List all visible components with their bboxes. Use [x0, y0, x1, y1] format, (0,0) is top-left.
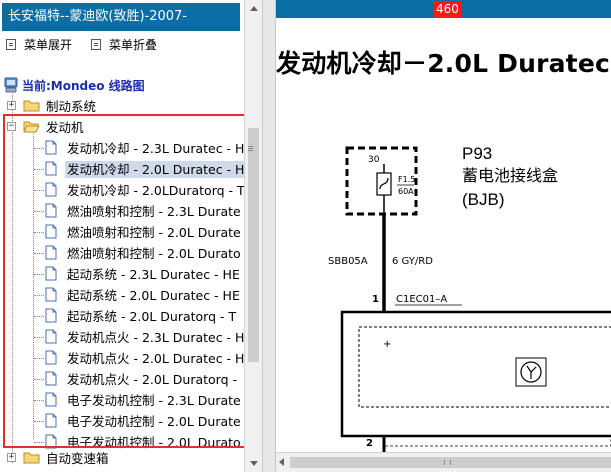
tree-group-brakes[interactable]: + 制动系统	[0, 96, 244, 116]
document-icon	[45, 392, 57, 407]
tree-item[interactable]: 电子发动机控制 - 2.3L Durate	[0, 390, 244, 410]
scroll-up-icon[interactable]	[250, 6, 258, 11]
document-icon	[45, 350, 57, 365]
diagram-horizontal-scrollbar[interactable]	[276, 452, 611, 472]
tree-item-label: 起动系统 - 2.3L Duratec - HE	[67, 267, 240, 282]
fuse-pin: 30	[368, 155, 380, 165]
computer-icon	[4, 77, 18, 93]
bjb-abbr: (BJB)	[462, 190, 505, 209]
window-title: 长安福特--蒙迪欧(致胜)-2007-	[2, 3, 240, 31]
document-icon	[45, 245, 57, 260]
bjb-code: P93	[462, 144, 492, 163]
document-icon	[45, 413, 57, 428]
expand-menu-button[interactable]: 菜单展开	[6, 35, 72, 53]
tree-group-label: 自动变速箱	[46, 451, 109, 466]
tree-item[interactable]: 燃油喷射和控制 - 2.3L Durate	[0, 201, 244, 221]
menu-collapse-icon	[91, 38, 101, 50]
collapse-menu-button[interactable]: 菜单折叠	[91, 35, 157, 53]
wiring-diagram: 30 F1.5 60A P93 蓄电池接线盒 (BJB) SBB05A 6 GY…	[328, 144, 611, 452]
tree-item[interactable]: 起动系统 - 2.0L Duratec - HE	[0, 285, 244, 305]
collapse-minus-icon[interactable]: −	[7, 122, 16, 131]
inner-module-box	[358, 326, 611, 408]
tree-item[interactable]: 发动机点火 - 2.0L Duratec - H	[0, 348, 244, 368]
tree-item[interactable]: 燃油喷射和控制 - 2.0L Durato	[0, 243, 244, 263]
folder-icon	[23, 452, 40, 464]
page-number: 460	[434, 1, 461, 18]
tree-item-label: 起动系统 - 2.0L Duratec - HE	[67, 288, 240, 303]
tree-item-label: 电子发动机控制 - 2.0L Durate	[67, 414, 241, 429]
fuse-label: F1.5	[398, 175, 415, 184]
connector-pin-top: 1	[372, 294, 379, 305]
tree-item-label: 发动机冷却 - 2.0LDuratorq - T	[67, 183, 244, 198]
tree-item-label: 发动机冷却 - 2.3L Duratec - H	[67, 141, 244, 156]
tree-item[interactable]: 发动机冷却 - 2.0LDuratorq - T	[0, 180, 244, 200]
tree-item-label: 发动机点火 - 2.0L Duratorq -	[67, 372, 238, 387]
current-location: 当前:Mondeo 线路图	[4, 76, 145, 94]
tree-item-label: 起动系统 - 2.0L Duratorq - T	[67, 309, 237, 324]
current-label: 当前:Mondeo 线路图	[22, 78, 145, 93]
tree-item[interactable]: 发动机点火 - 2.3L Duratec - H	[0, 327, 244, 347]
scroll-left-icon[interactable]	[279, 458, 284, 466]
document-icon	[45, 224, 57, 239]
menu-expand-icon	[6, 38, 16, 50]
document-icon	[45, 308, 57, 323]
tree-item-label: 燃油喷射和控制 - 2.3L Durate	[67, 204, 241, 219]
title-scrollbar[interactable]	[244, 0, 262, 32]
document-icon	[45, 266, 57, 281]
expand-plus-icon[interactable]: +	[7, 453, 16, 462]
cooling-fan-module-box	[340, 310, 611, 438]
tree-item-selected[interactable]: 发动机冷却 - 2.0L Duratec - H	[0, 159, 244, 179]
tree-group-auto-transmission[interactable]: + 自动变速箱	[0, 448, 244, 468]
expand-plus-icon[interactable]: +	[7, 101, 16, 110]
connector-pin-bottom: 2	[366, 438, 373, 449]
document-icon	[45, 371, 57, 386]
wire-circuit: SBB05A	[328, 256, 368, 267]
diagram-viewer: 460 发动机冷却－2.0L Duratec 30 F1.5 60A P93 蓄…	[276, 0, 611, 472]
navigation-panel: 长安福特--蒙迪欧(致胜)-2007- 菜单展开 菜单折叠 当前:Mondeo …	[0, 0, 262, 472]
tree-view: + 制动系统 − 发动机 发动机冷却 - 2.3L Duratec - H 发动…	[0, 95, 244, 472]
folder-icon	[23, 100, 40, 112]
toolbar: 菜单展开 菜单折叠	[0, 32, 244, 56]
tree-item-label: 燃油喷射和控制 - 2.0L Durate	[67, 225, 241, 240]
tree-item[interactable]: 电子发动机控制 - 2.0L Durate	[0, 411, 244, 431]
document-icon	[45, 203, 57, 218]
fuse-rating: 60A	[398, 187, 414, 196]
tree-item[interactable]: 起动系统 - 2.0L Duratorq - T	[0, 306, 244, 326]
tree-item[interactable]: 发动机冷却 - 2.3L Duratec - H	[0, 138, 244, 158]
document-icon	[45, 434, 57, 449]
terminal-mark: +	[383, 339, 391, 350]
page-header: 460	[276, 0, 611, 18]
document-icon	[45, 140, 57, 155]
tree-item[interactable]: 发动机点火 - 2.0L Duratorq -	[0, 369, 244, 389]
document-icon	[45, 329, 57, 344]
tree-item-label: 电子发动机控制 - 2.3L Durate	[67, 393, 241, 408]
document-icon	[45, 287, 57, 302]
scrollbar-grip-icon	[248, 146, 253, 151]
document-icon	[45, 182, 57, 197]
tree-item[interactable]: 燃油喷射和控制 - 2.0L Durate	[0, 222, 244, 242]
tree-item-label: 发动机点火 - 2.3L Duratec - H	[67, 330, 244, 345]
diagram-title: 发动机冷却－2.0L Duratec	[276, 49, 610, 78]
tree-item[interactable]: 起动系统 - 2.3L Duratec - HE	[0, 264, 244, 284]
document-icon	[45, 161, 57, 176]
scroll-down-icon[interactable]	[250, 461, 258, 466]
tree-group-label: 发动机	[46, 120, 84, 135]
tree-group-engine[interactable]: − 发动机	[0, 117, 244, 137]
collapse-menu-label: 菜单折叠	[109, 37, 158, 52]
scrollbar-thumb[interactable]	[248, 128, 259, 362]
connector-id: C1EC01–A	[396, 294, 447, 305]
tree-group-label: 制动系统	[46, 99, 97, 114]
panel-splitter[interactable]	[262, 0, 276, 472]
tree-item-label: 发动机点火 - 2.0L Duratec - H	[67, 351, 244, 366]
tree-item-label: 发动机冷却 - 2.0L Duratec - H	[65, 161, 244, 178]
wire-spec: 6 GY/RD	[392, 256, 433, 267]
expand-menu-label: 菜单展开	[24, 37, 73, 52]
tree-item-label: 燃油喷射和控制 - 2.0L Durato	[67, 246, 241, 261]
tree-scrollbar[interactable]	[244, 32, 262, 472]
scrollbar-grip-icon	[444, 460, 451, 465]
bjb-name: 蓄电池接线盒	[462, 166, 558, 185]
open-folder-icon	[23, 121, 40, 133]
